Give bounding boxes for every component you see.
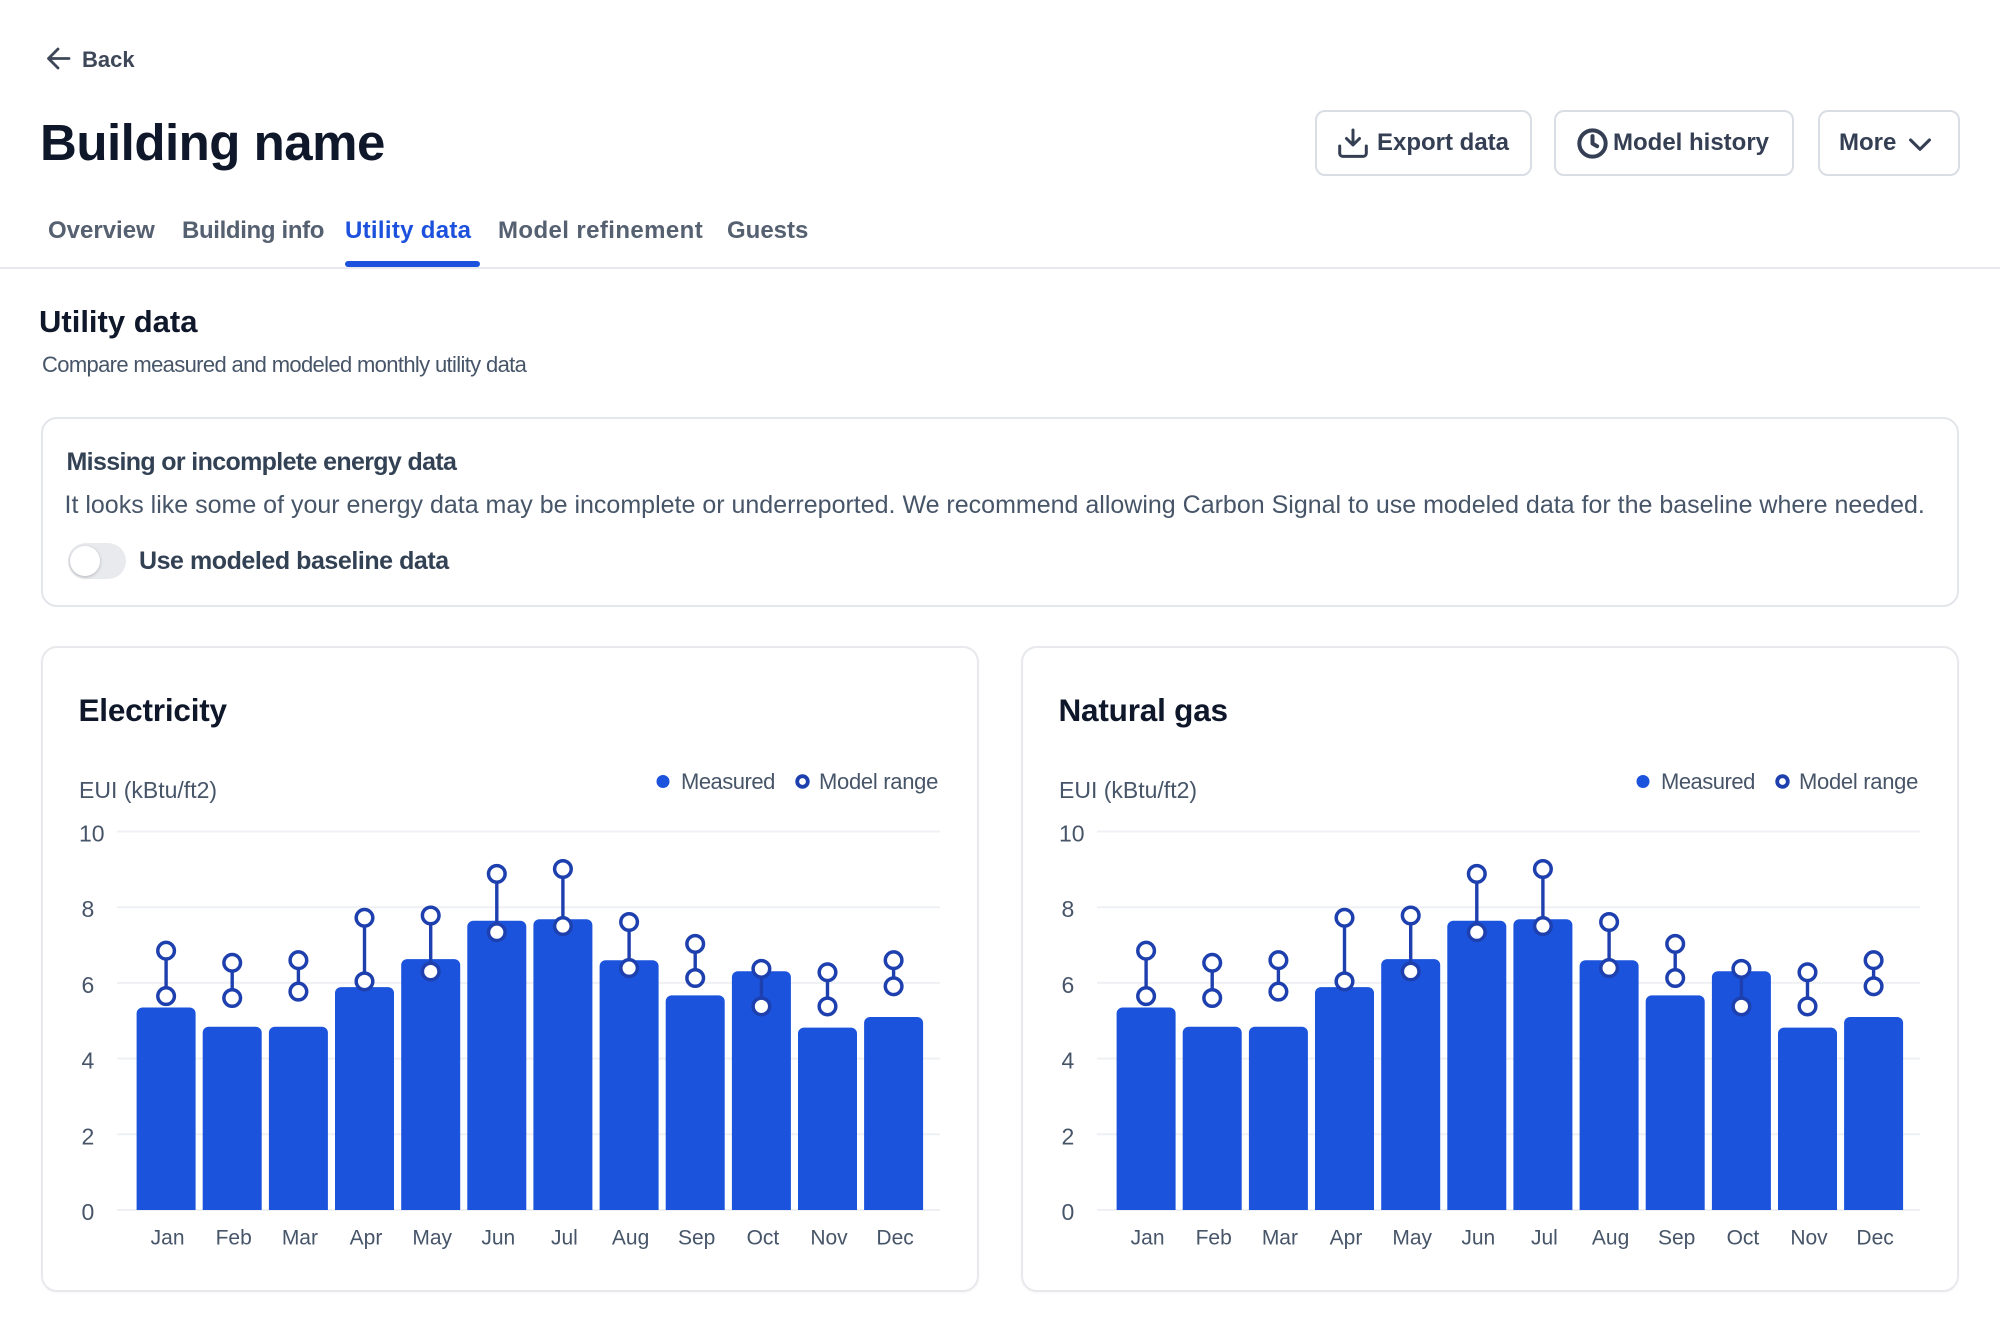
svg-text:Aug: Aug (1592, 1227, 1629, 1250)
svg-text:Apr: Apr (350, 1227, 383, 1250)
svg-text:4: 4 (82, 1048, 95, 1074)
svg-text:Apr: Apr (1330, 1227, 1363, 1250)
svg-text:6: 6 (1062, 972, 1075, 998)
svg-text:Aug: Aug (612, 1227, 649, 1250)
svg-text:Jun: Jun (1461, 1227, 1495, 1250)
svg-text:2: 2 (82, 1123, 95, 1149)
svg-text:Dec: Dec (876, 1227, 913, 1250)
svg-text:Jan: Jan (1131, 1227, 1165, 1250)
svg-text:Oct: Oct (1727, 1227, 1760, 1250)
svg-text:Oct: Oct (747, 1227, 780, 1250)
svg-text:Model range: Model range (1799, 769, 1918, 794)
svg-text:Model range: Model range (819, 769, 938, 794)
svg-text:Measured: Measured (681, 769, 775, 794)
svg-text:2: 2 (1062, 1123, 1075, 1149)
svg-text:EUI (kBtu/ft2): EUI (kBtu/ft2) (79, 777, 217, 803)
svg-text:6: 6 (82, 972, 95, 998)
svg-text:Nov: Nov (810, 1227, 848, 1250)
svg-text:Jul: Jul (551, 1227, 578, 1250)
svg-text:Sep: Sep (678, 1227, 715, 1250)
svg-text:Measured: Measured (1661, 769, 1755, 794)
svg-text:Jan: Jan (151, 1227, 185, 1250)
svg-text:Sep: Sep (1658, 1227, 1695, 1250)
svg-text:Feb: Feb (216, 1227, 252, 1250)
svg-text:10: 10 (1059, 821, 1085, 847)
svg-text:0: 0 (1062, 1199, 1075, 1225)
svg-text:Jun: Jun (481, 1227, 515, 1250)
svg-text:10: 10 (79, 821, 105, 847)
svg-text:4: 4 (1062, 1048, 1075, 1074)
svg-text:Jul: Jul (1531, 1227, 1558, 1250)
svg-text:0: 0 (82, 1199, 95, 1225)
svg-text:EUI (kBtu/ft2): EUI (kBtu/ft2) (1059, 777, 1197, 803)
svg-text:May: May (1392, 1227, 1432, 1250)
svg-text:8: 8 (1062, 896, 1075, 922)
svg-text:May: May (412, 1227, 452, 1250)
svg-text:Feb: Feb (1196, 1227, 1232, 1250)
svg-text:Mar: Mar (282, 1227, 318, 1250)
svg-text:Nov: Nov (1790, 1227, 1828, 1250)
svg-text:Dec: Dec (1856, 1227, 1893, 1250)
svg-text:8: 8 (82, 896, 95, 922)
svg-text:Mar: Mar (1262, 1227, 1298, 1250)
